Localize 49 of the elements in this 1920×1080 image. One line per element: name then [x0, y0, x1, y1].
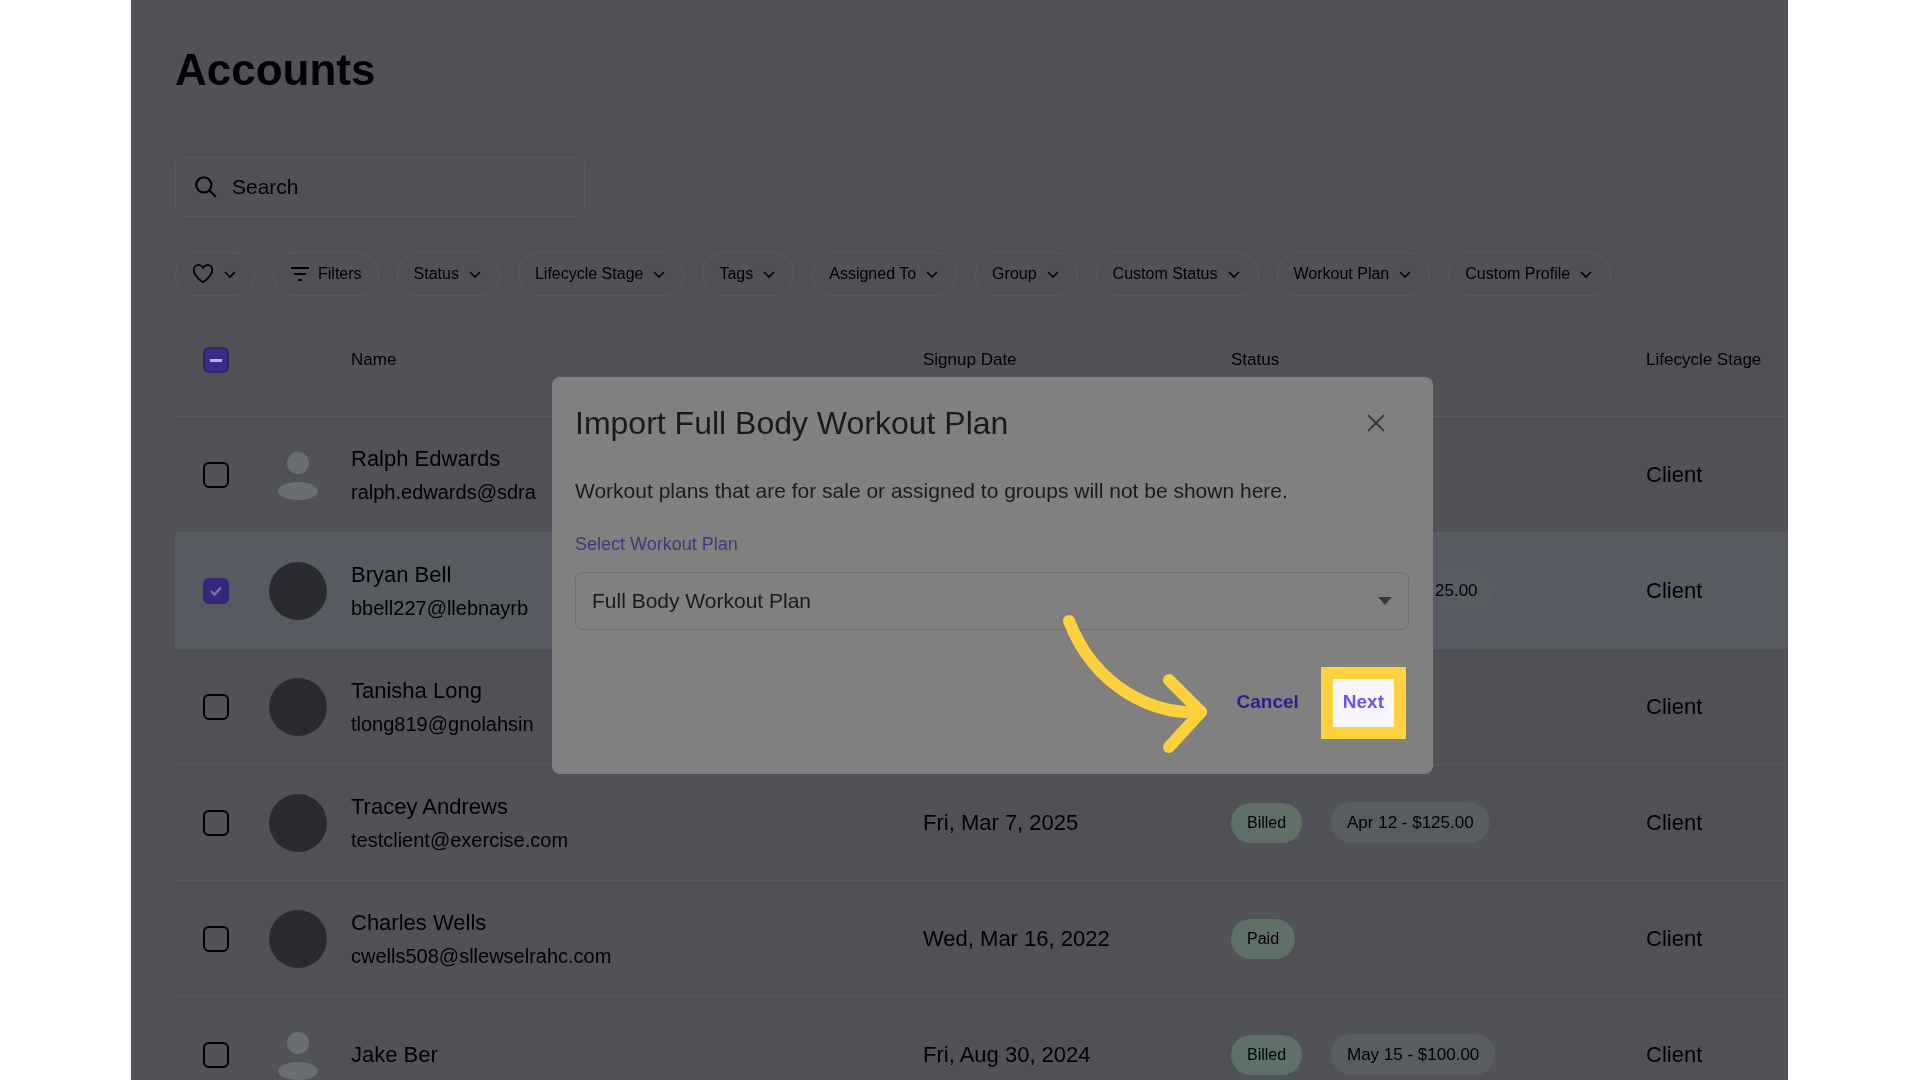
lifecycle-stage: Client — [1646, 462, 1703, 487]
search-field[interactable]: Search — [175, 157, 585, 217]
lifecycle-stage: Client — [1646, 1042, 1703, 1067]
client-email: testclient@exercise.com — [351, 827, 569, 853]
filter-icon — [290, 266, 310, 282]
client-email: bbell227@llebnayrb — [351, 595, 529, 621]
dialog-title: Import Full Body Workout Plan — [575, 404, 1009, 443]
billing-badge: May 15 - $100.00 — [1331, 1033, 1496, 1076]
page-title: Accounts — [175, 44, 376, 96]
column-header[interactable]: Lifecycle Stage — [1646, 350, 1762, 370]
status-badge: Billed — [1231, 1034, 1303, 1075]
column-header[interactable]: Status — [1231, 350, 1280, 370]
search-icon — [193, 174, 219, 200]
client-name: Tanisha Long — [351, 676, 482, 705]
status-badge: Paid — [1231, 918, 1296, 959]
client-name: Ralph Edwards — [351, 444, 501, 473]
cancel-button[interactable]: Cancel — [1228, 678, 1307, 727]
billing-badge: Apr 12 - $125.00 — [1331, 801, 1490, 844]
client-email: tlong819@gnolahsin — [351, 711, 534, 737]
row-checkbox[interactable] — [203, 577, 229, 604]
row-checkbox[interactable] — [203, 809, 229, 836]
client-name: Tracey Andrews — [351, 792, 508, 821]
column-header[interactable]: Name — [351, 350, 397, 370]
signup-date: Fri, Mar 7, 2025 — [923, 810, 1079, 835]
client-name: Jake Ber — [351, 1040, 438, 1069]
row-checkbox[interactable] — [203, 693, 229, 720]
next-button[interactable]: Next — [1320, 666, 1406, 739]
lifecycle-stage: Client — [1646, 694, 1703, 719]
workout-plan-select[interactable]: Full Body Workout Plan — [575, 571, 1409, 630]
dropdown-caret-icon — [1378, 596, 1392, 605]
row-checkbox[interactable] — [203, 1041, 229, 1068]
select-all-checkbox[interactable] — [203, 347, 229, 373]
client-email: ralph.edwards@sdra — [351, 479, 536, 505]
close-icon — [1366, 413, 1386, 433]
lifecycle-stage: Client — [1646, 926, 1703, 951]
status-badge: Billed — [1231, 802, 1303, 843]
client-name: Charles Wells — [351, 908, 487, 937]
row-checkbox[interactable] — [203, 461, 229, 488]
dialog-message: Workout plans that are for sale or assigned to groups will not be shown here. — [575, 478, 1288, 504]
heart-icon — [192, 264, 214, 284]
client-email: cwells508@sllewselrahc.com — [351, 943, 612, 969]
signup-date: Fri, Aug 30, 2024 — [923, 1042, 1091, 1067]
lifecycle-stage: Client — [1646, 578, 1703, 603]
row-checkbox[interactable] — [203, 925, 229, 952]
signup-date: Wed, Mar 16, 2022 — [923, 926, 1110, 951]
client-name: Bryan Bell — [351, 560, 452, 589]
select-label: Select Workout Plan — [575, 532, 738, 556]
lifecycle-stage: Client — [1646, 810, 1703, 835]
column-header[interactable]: Signup Date — [923, 350, 1017, 370]
